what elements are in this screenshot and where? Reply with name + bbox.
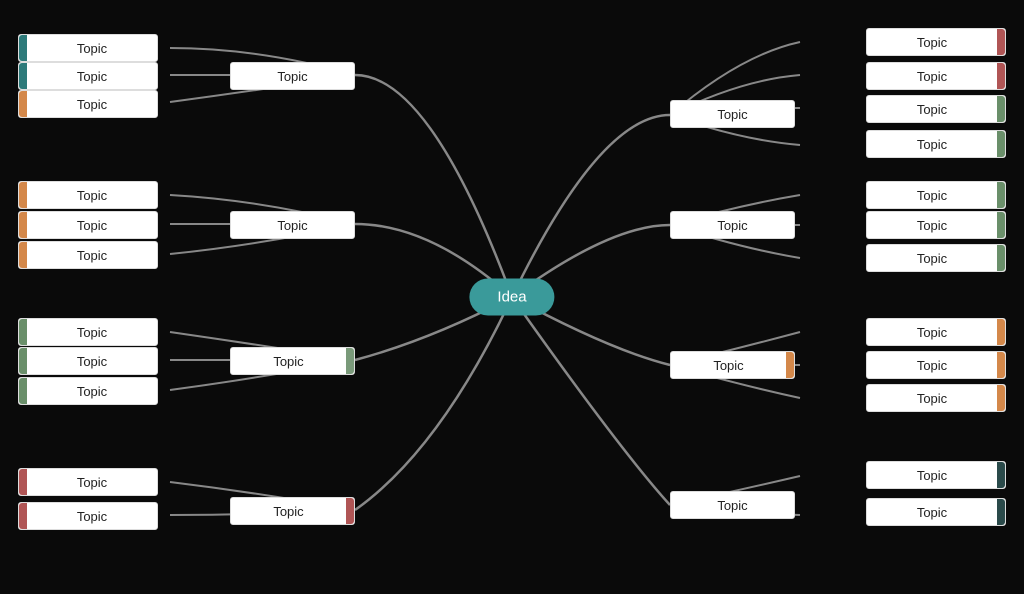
right-m1-l2[interactable]: Topic <box>866 211 1006 239</box>
left-m1-l3[interactable]: Topic <box>18 241 158 269</box>
right-top-mid[interactable]: Topic <box>670 100 795 128</box>
left-m1-l2[interactable]: Topic <box>18 211 158 239</box>
right-bottom-mid-label: Topic <box>671 492 794 518</box>
left-t1-l3[interactable]: Topic <box>18 90 158 118</box>
left-mid-mid-label: Topic <box>231 212 354 238</box>
left-bo1-l1[interactable]: Topic <box>18 468 158 496</box>
left-mid-mid[interactable]: Topic <box>230 211 355 239</box>
right-bo1-l2[interactable]: Topic <box>866 498 1006 526</box>
right-bo1-l1[interactable]: Topic <box>866 461 1006 489</box>
right-t1-l3[interactable]: Topic <box>866 95 1006 123</box>
right-lo1-l1[interactable]: Topic <box>866 318 1006 346</box>
center-label: Idea <box>497 289 526 306</box>
right-m1-l1[interactable]: Topic <box>866 181 1006 209</box>
left-t1-l2[interactable]: Topic <box>18 62 158 90</box>
left-t1-l1[interactable]: Topic <box>18 34 158 62</box>
left-bottom-mid[interactable]: Topic <box>230 497 355 525</box>
right-mid-mid-label: Topic <box>671 212 794 238</box>
left-m1-l1[interactable]: Topic <box>18 181 158 209</box>
right-t1-l1[interactable]: Topic <box>866 28 1006 56</box>
left-top-mid[interactable]: Topic <box>230 62 355 90</box>
left-lower-mid-label: Topic <box>231 348 346 374</box>
right-lower-mid[interactable]: Topic <box>670 351 795 379</box>
left-lo1-l1[interactable]: Topic <box>18 318 158 346</box>
right-lo1-l3[interactable]: Topic <box>866 384 1006 412</box>
right-mid-mid[interactable]: Topic <box>670 211 795 239</box>
right-bottom-mid[interactable]: Topic <box>670 491 795 519</box>
right-lower-mid-label: Topic <box>671 352 786 378</box>
right-top-mid-label: Topic <box>671 101 794 127</box>
right-t1-l4[interactable]: Topic <box>866 130 1006 158</box>
left-lo1-l2[interactable]: Topic <box>18 347 158 375</box>
center-node[interactable]: Idea <box>469 279 554 316</box>
left-lo1-l3[interactable]: Topic <box>18 377 158 405</box>
right-m1-l3[interactable]: Topic <box>866 244 1006 272</box>
right-lo1-l2[interactable]: Topic <box>866 351 1006 379</box>
right-t1-l2[interactable]: Topic <box>866 62 1006 90</box>
left-bo1-l2[interactable]: Topic <box>18 502 158 530</box>
left-top-mid-label: Topic <box>231 63 354 89</box>
left-lower-mid[interactable]: Topic <box>230 347 355 375</box>
left-bottom-mid-label: Topic <box>231 498 346 524</box>
